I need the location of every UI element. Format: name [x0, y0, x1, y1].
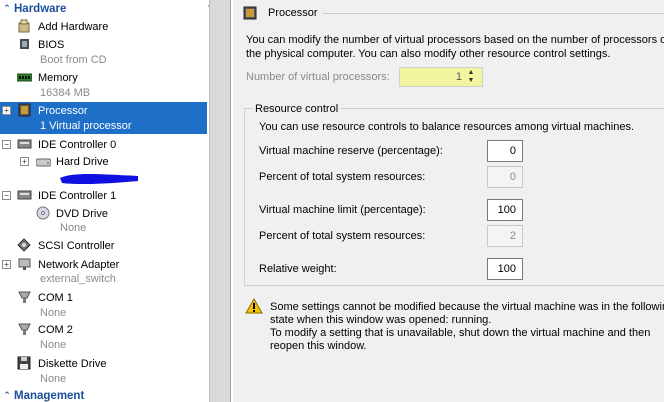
tree-item-com2[interactable]: COM 2: [0, 321, 207, 338]
page-title: Processor: [268, 7, 318, 19]
intro-text-line2: the physical computer. You can also modi…: [246, 48, 611, 60]
add-hardware-label: Add Hardware: [38, 20, 109, 33]
network-adapter-sub-label: external_switch: [40, 273, 116, 285]
tree-item-scsi-controller[interactable]: SCSI Controller: [0, 237, 207, 254]
hardware-section-header[interactable]: ⌃ Hardware: [0, 1, 209, 16]
ide-controller-icon: [17, 190, 32, 200]
hardware-tree[interactable]: ⌃ Hardware ⌃ Add Hardware BIOS Boot from…: [0, 0, 209, 402]
tree-item-diskette-drive[interactable]: Diskette Drive: [0, 355, 207, 372]
bios-detail: Boot from CD: [0, 53, 207, 67]
resource-control-legend: Resource control: [253, 103, 341, 115]
network-adapter-icon: [18, 258, 31, 270]
com2-detail: None: [0, 338, 207, 352]
redaction-scribble: [60, 174, 138, 185]
hardware-header-label: Hardware: [14, 2, 67, 15]
bios-chip-icon: [20, 39, 29, 49]
management-section-header[interactable]: ⌃ Management: [0, 388, 209, 402]
hard-drive-label: Hard Drive: [56, 155, 109, 168]
warning-text-line4: reopen this window.: [270, 340, 367, 352]
warning-text-line2: state when this window was opened: runni…: [270, 314, 492, 326]
diskette-detail: None: [0, 372, 207, 386]
memory-detail: 16384 MB: [0, 86, 207, 100]
tree-item-processor[interactable]: + Processor: [0, 102, 207, 119]
diskette-sub-label: None: [40, 373, 67, 385]
collapse-minus-icon[interactable]: −: [2, 191, 11, 200]
processor-sub-label: 1 Virtual processor: [40, 120, 132, 132]
expand-plus-icon[interactable]: +: [20, 157, 29, 166]
com1-detail: None: [0, 306, 207, 320]
tree-item-dvd-drive[interactable]: DVD Drive: [0, 205, 207, 222]
intro-text-line1: You can modify the number of virtual pro…: [246, 34, 664, 46]
management-header-label: Management: [14, 389, 85, 402]
com-port-icon: [18, 323, 31, 335]
warning-text-line3: To modify a setting that is unavailable,…: [270, 327, 651, 339]
com1-label: COM 1: [38, 291, 73, 304]
limit-percent-label: Percent of total system resources:: [259, 230, 426, 242]
reserve-percent-field: 0: [487, 166, 523, 188]
network-adapter-detail: external_switch: [0, 272, 207, 286]
limit-percent-field: 2: [487, 225, 523, 247]
expand-plus-icon[interactable]: +: [2, 106, 11, 115]
ide0-label: IDE Controller 0: [38, 138, 117, 151]
spin-arrows-icon[interactable]: ▲ ▼: [466, 69, 476, 85]
dvd-detail: None: [0, 221, 207, 235]
scsi-label: SCSI Controller: [38, 239, 115, 252]
expand-plus-icon[interactable]: +: [2, 260, 11, 269]
tree-item-ide-controller-1[interactable]: − IDE Controller 1: [0, 187, 207, 204]
memory-stick-icon: [17, 73, 32, 82]
limit-input[interactable]: 100: [487, 199, 523, 221]
num-processors-spinbox[interactable]: 1 ▲ ▼: [399, 67, 483, 87]
com-port-icon: [18, 291, 31, 303]
network-adapter-label: Network Adapter: [38, 258, 120, 271]
add-hardware-icon: [18, 19, 30, 33]
collapse-chevron-icon: ⌃: [3, 3, 11, 13]
diskette-label: Diskette Drive: [38, 357, 107, 370]
num-processors-value: 1: [455, 71, 462, 83]
warning-icon: [245, 298, 263, 314]
processor-icon: [243, 6, 257, 20]
bios-sub-label: Boot from CD: [40, 54, 107, 66]
relative-weight-input[interactable]: 100: [487, 258, 523, 280]
collapse-minus-icon[interactable]: −: [2, 140, 11, 149]
limit-label: Virtual machine limit (percentage):: [259, 204, 426, 216]
tree-item-hard-drive[interactable]: + Hard Drive: [0, 153, 207, 170]
processor-settings-panel: Processor You can modify the number of v…: [233, 0, 664, 402]
memory-sub-label: 16384 MB: [40, 87, 91, 99]
warning-text-line1: Some settings cannot be modified because…: [270, 301, 664, 313]
com2-label: COM 2: [38, 323, 73, 336]
reserve-input[interactable]: 0: [487, 140, 523, 162]
resource-control-description: You can use resource controls to balance…: [259, 121, 635, 133]
relative-weight-label: Relative weight:: [259, 263, 337, 275]
dvd-sub-label: None: [60, 222, 87, 234]
tree-item-com1[interactable]: COM 1: [0, 289, 207, 306]
ide1-label: IDE Controller 1: [38, 189, 117, 202]
pane-splitter[interactable]: [209, 0, 231, 402]
ide-controller-icon: [17, 139, 32, 149]
memory-label: Memory: [38, 71, 78, 84]
title-divider: [323, 13, 664, 14]
tree-item-memory[interactable]: Memory: [0, 69, 207, 86]
scsi-controller-icon: [17, 238, 31, 252]
hard-drive-icon: [36, 158, 51, 167]
reserve-label: Virtual machine reserve (percentage):: [259, 145, 443, 157]
dvd-label: DVD Drive: [56, 207, 108, 220]
tree-item-network-adapter[interactable]: + Network Adapter: [0, 256, 207, 273]
collapse-chevron-icon: ⌃: [3, 390, 11, 400]
tree-item-ide-controller-0[interactable]: − IDE Controller 0: [0, 136, 207, 153]
tree-item-bios[interactable]: BIOS: [0, 36, 207, 53]
reserve-percent-label: Percent of total system resources:: [259, 171, 426, 183]
processor-detail: 1 Virtual processor: [0, 118, 207, 134]
num-processors-label: Number of virtual processors:: [246, 71, 390, 83]
diskette-icon: [17, 356, 31, 370]
com2-sub-label: None: [40, 339, 67, 351]
com1-sub-label: None: [40, 307, 67, 319]
bios-label: BIOS: [38, 38, 65, 51]
tree-item-add-hardware[interactable]: Add Hardware: [0, 18, 207, 35]
processor-label: Processor: [38, 104, 88, 117]
dvd-disc-icon: [36, 206, 50, 220]
resource-control-group: [244, 108, 664, 286]
processor-icon: [18, 103, 31, 117]
